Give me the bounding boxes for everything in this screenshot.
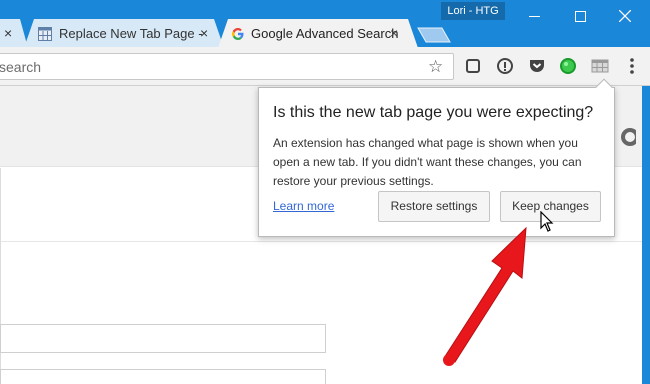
divider	[0, 241, 642, 242]
close-icon	[619, 10, 631, 22]
mouse-cursor-icon	[540, 211, 554, 232]
red-arrow-annotation	[443, 226, 527, 366]
google-g-icon	[232, 28, 244, 40]
browser-toolbar: search ☆	[0, 47, 650, 86]
maximize-icon	[575, 11, 586, 22]
more-menu-icon[interactable]	[622, 56, 642, 76]
search-field-1[interactable]	[0, 324, 326, 353]
window-right-edge	[642, 86, 650, 384]
learn-more-link[interactable]: Learn more	[273, 199, 334, 213]
info-circle-icon[interactable]	[495, 56, 515, 76]
popup-title: Is this the new tab page you were expect…	[273, 104, 594, 121]
tab-title: Replace New Tab Page -	[59, 26, 203, 41]
pocket-icon[interactable]	[527, 56, 547, 76]
tab-replace-new-tab-page[interactable]: Replace New Tab Page - ×	[24, 19, 224, 48]
tab-google-advanced-search[interactable]: Google Advanced Search ×	[218, 19, 418, 48]
search-field-2[interactable]	[0, 369, 326, 384]
grid-page-icon	[38, 27, 52, 41]
close-window-button[interactable]	[610, 4, 640, 26]
green-dot-extension-icon[interactable]	[558, 56, 578, 76]
stop-square-icon[interactable]	[463, 56, 483, 76]
bookmark-star-icon[interactable]: ☆	[428, 57, 443, 77]
profile-badge[interactable]: Lori - HTG	[441, 2, 505, 20]
minimize-button[interactable]	[519, 4, 549, 26]
grid-extension-icon[interactable]	[590, 56, 610, 76]
partial-icon	[621, 128, 636, 146]
tab-close-icon[interactable]: ×	[390, 25, 398, 41]
address-bar[interactable]: search ☆	[0, 53, 454, 80]
minimize-icon	[529, 16, 540, 17]
new-tab-button[interactable]	[416, 26, 452, 44]
title-bar: × Replace New Tab Page - × Google Advanc…	[0, 0, 650, 48]
tab-title: Google Advanced Search	[251, 26, 399, 41]
popup-message: An extension has changed what page is sh…	[273, 136, 582, 188]
tab-close-icon[interactable]: ×	[200, 25, 208, 41]
address-bar-text: search	[0, 59, 42, 75]
maximize-button[interactable]	[566, 4, 596, 26]
tab-close-icon[interactable]: ×	[4, 25, 12, 41]
